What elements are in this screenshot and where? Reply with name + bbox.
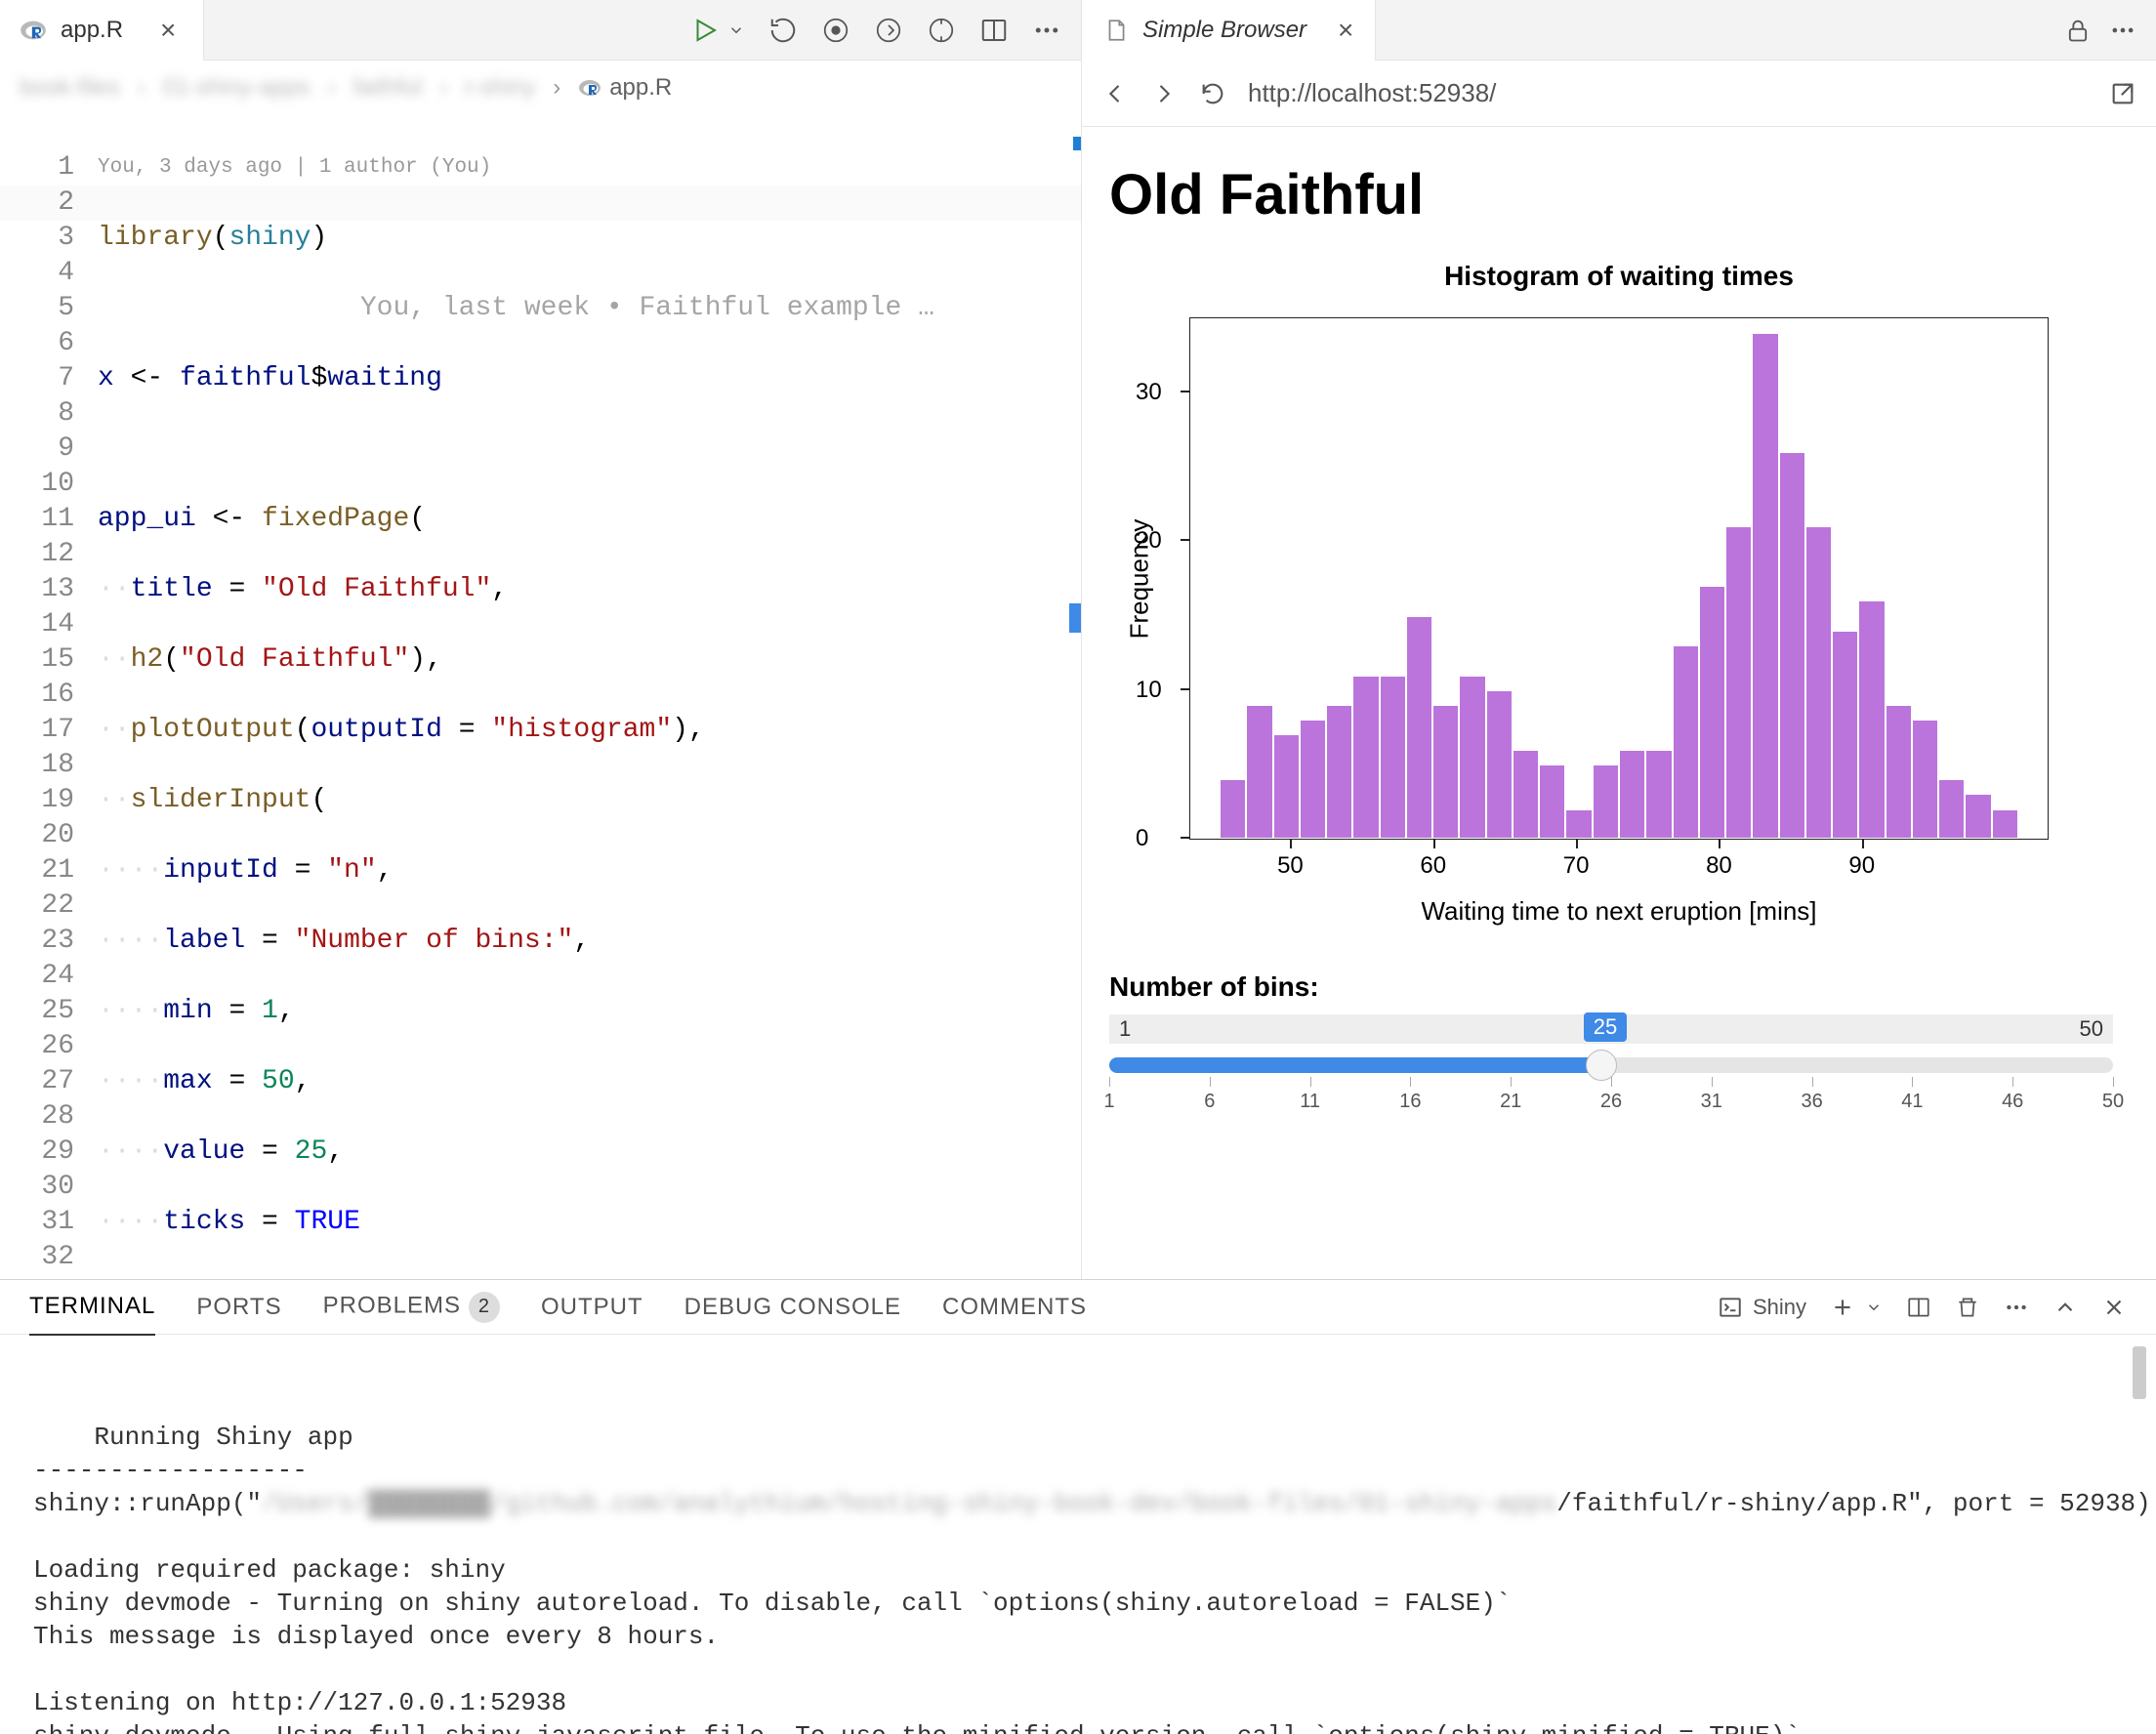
histogram-bar [1832,631,1858,839]
circle-dot-icon[interactable] [821,16,850,45]
terminal-output[interactable]: Running Shiny app ------------------ shi… [0,1335,2156,1734]
new-terminal-icon[interactable] [1830,1295,1855,1320]
panel-tabs: TERMINAL PORTS PROBLEMS2 OUTPUT DEBUG CO… [0,1280,2156,1335]
slider-min: 1 [1109,1014,1140,1044]
split-terminal-icon[interactable] [1906,1295,1931,1320]
back-icon[interactable] [1101,80,1129,107]
histogram-bar [1432,705,1459,839]
histogram-bar [1326,705,1352,839]
editor-pane: app.R × book-files› 01-shiny-apps› [0,0,1082,1279]
r-file-icon [578,76,601,100]
tab-terminal[interactable]: TERMINAL [29,1293,155,1336]
tab-app-r[interactable]: app.R × [0,0,204,61]
close-icon[interactable]: × [160,15,176,46]
editor-actions [690,16,1081,45]
address-bar: http://localhost:52938/ [1082,61,2156,127]
more-icon[interactable] [1032,16,1061,45]
bins-slider[interactable]: 1 50 25 16111621263136414650 [1109,1014,2113,1122]
histogram-bar [1858,600,1885,839]
code-editor[interactable]: 1234567891011121314151617181920212223242… [0,115,1081,1279]
histogram-bar [1513,750,1539,839]
histogram-bar [1699,586,1725,839]
histogram-bar [1673,645,1699,839]
breadcrumbs[interactable]: book-files› 01-shiny-apps› faithful› r-s… [0,61,1081,115]
histogram-bar [1912,720,1938,839]
forward-icon[interactable] [1150,80,1178,107]
histogram-bar [1459,676,1485,840]
histogram-bar [1805,526,1832,839]
chevron-down-icon[interactable] [727,21,745,39]
page-title: Old Faithful [1109,162,2129,227]
chevron-down-icon[interactable] [1865,1299,1883,1316]
browser-pane: Simple Browser × http://localhost:52938/… [1082,0,2156,1279]
tab-ports[interactable]: PORTS [196,1294,281,1321]
chevron-up-icon[interactable] [2052,1295,2078,1320]
codelens[interactable]: You, 3 days ago | 1 author (You) [98,150,1081,186]
web-page: Old Faithful Histogram of waiting times … [1082,127,2156,1279]
trash-icon[interactable] [1955,1295,1980,1320]
more-icon[interactable] [2109,17,2136,44]
histogram-bar [1406,616,1432,839]
histogram-bar [1220,779,1246,839]
bottom-panel: TERMINAL PORTS PROBLEMS2 OUTPUT DEBUG CO… [0,1279,2156,1734]
histogram-plot: Frequency 01020305060708090 [1189,317,2049,840]
tab-comments[interactable]: COMMENTS [942,1294,1087,1321]
rerun-icon[interactable] [768,16,798,45]
histogram-bar [1300,720,1326,839]
histogram-bar [1273,734,1300,839]
slider-value: 25 [1584,1012,1627,1042]
editor-tab-bar: app.R × [0,0,1081,61]
chart-title: Histogram of waiting times [1444,261,1794,292]
tab-output[interactable]: OUTPUT [541,1294,643,1321]
histogram-bar [1619,750,1645,839]
problems-badge: 2 [469,1292,500,1323]
r-file-icon [20,17,47,44]
histogram-bar [1486,690,1513,839]
histogram-bar [1380,676,1406,840]
histogram-bar [1886,705,1912,839]
tab-label: Simple Browser [1142,17,1306,44]
run-icon[interactable] [690,16,720,45]
terminal-icon [1718,1295,1743,1320]
histogram-bar [1645,750,1672,839]
histogram-bar [1352,676,1379,840]
circle-arrow-icon[interactable] [874,16,903,45]
histogram-bar [1992,809,2018,839]
open-external-icon[interactable] [2109,80,2136,107]
terminal-shell-label[interactable]: Shiny [1718,1295,1806,1320]
line-gutter: 1234567891011121314151617181920212223242… [0,115,98,1279]
breadcrumb-file: app.R [609,74,672,102]
histogram-bar [1246,705,1272,839]
slider-max: 50 [2070,1014,2113,1044]
tab-label: app.R [61,17,123,44]
reload-icon[interactable] [1199,80,1226,107]
slider-label: Number of bins: [1109,971,2129,1003]
x-axis-label: Waiting time to next eruption [mins] [1421,896,1816,927]
histogram-bar [1593,764,1619,839]
histogram-bar [1965,794,1991,839]
histogram-bar [1539,764,1565,839]
histogram-bar [1565,809,1592,839]
close-panel-icon[interactable] [2101,1295,2127,1320]
browser-tab-bar: Simple Browser × [1082,0,2156,61]
more-icon[interactable] [2004,1295,2029,1320]
histogram-bar [1752,333,1778,839]
histogram-bar [1725,526,1752,839]
file-icon [1103,18,1129,43]
url-field[interactable]: http://localhost:52938/ [1248,78,2088,108]
close-icon[interactable]: × [1338,15,1353,46]
lock-icon[interactable] [2064,17,2092,44]
circle-target-icon[interactable] [927,16,956,45]
tab-simple-browser[interactable]: Simple Browser × [1082,0,1376,61]
tab-problems[interactable]: PROBLEMS2 [323,1292,500,1323]
scrollbar-thumb[interactable] [2133,1346,2146,1399]
tab-debug-console[interactable]: DEBUG CONSOLE [684,1294,901,1321]
split-editor-icon[interactable] [979,16,1009,45]
histogram-bar [1938,779,1965,839]
histogram-bar [1779,452,1805,839]
